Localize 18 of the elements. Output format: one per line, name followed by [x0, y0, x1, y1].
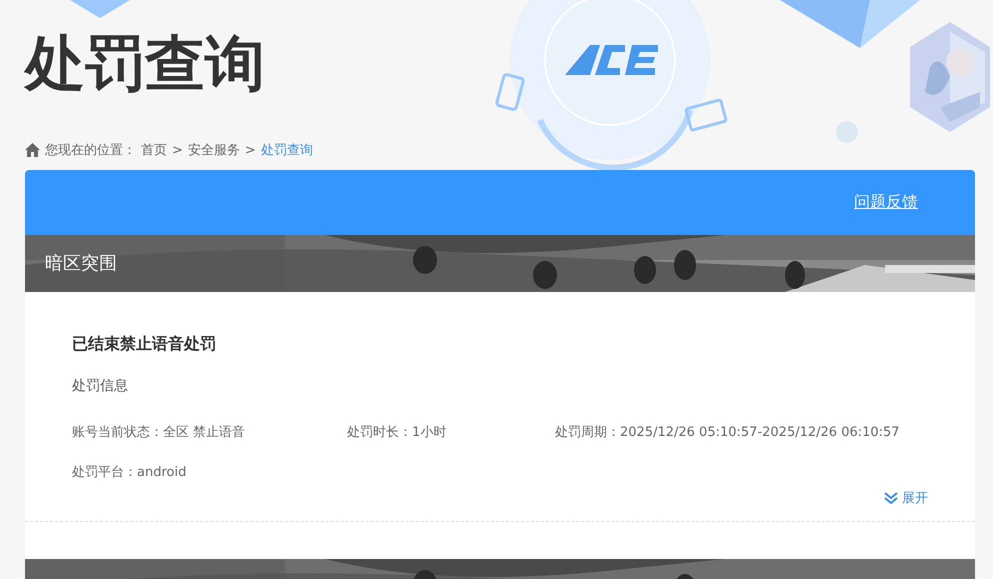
record-field: 处罚时长：1小时: [347, 423, 555, 441]
game-name: 暗区突围: [45, 252, 117, 275]
breadcrumb-link[interactable]: 首页: [141, 141, 167, 159]
chevron-icon: [883, 491, 899, 505]
expand-button[interactable]: 展开: [883, 489, 928, 507]
record-title: 已结束禁止语音处罚: [72, 334, 217, 355]
feedback-link[interactable]: 问题反馈: [854, 192, 918, 213]
breadcrumb-separator: >: [244, 142, 256, 158]
home-icon[interactable]: [25, 143, 40, 157]
record-field: 账号当前状态：全区 禁止语音: [72, 423, 347, 441]
record-field: 处罚平台：android: [72, 463, 347, 481]
record-field: 处罚周期：2025/12/26 05:10:57-2025/12/26 06:10:57: [555, 423, 928, 441]
page-title: 处罚查询: [25, 28, 265, 100]
breadcrumb-separator: >: [172, 142, 183, 158]
breadcrumb-link[interactable]: 处罚查询: [260, 141, 313, 159]
section-label: 处罚信息: [72, 377, 129, 395]
breadcrumb-link[interactable]: 安全服务: [188, 141, 240, 159]
breadcrumb-label: 您现在的位置：: [45, 142, 136, 159]
